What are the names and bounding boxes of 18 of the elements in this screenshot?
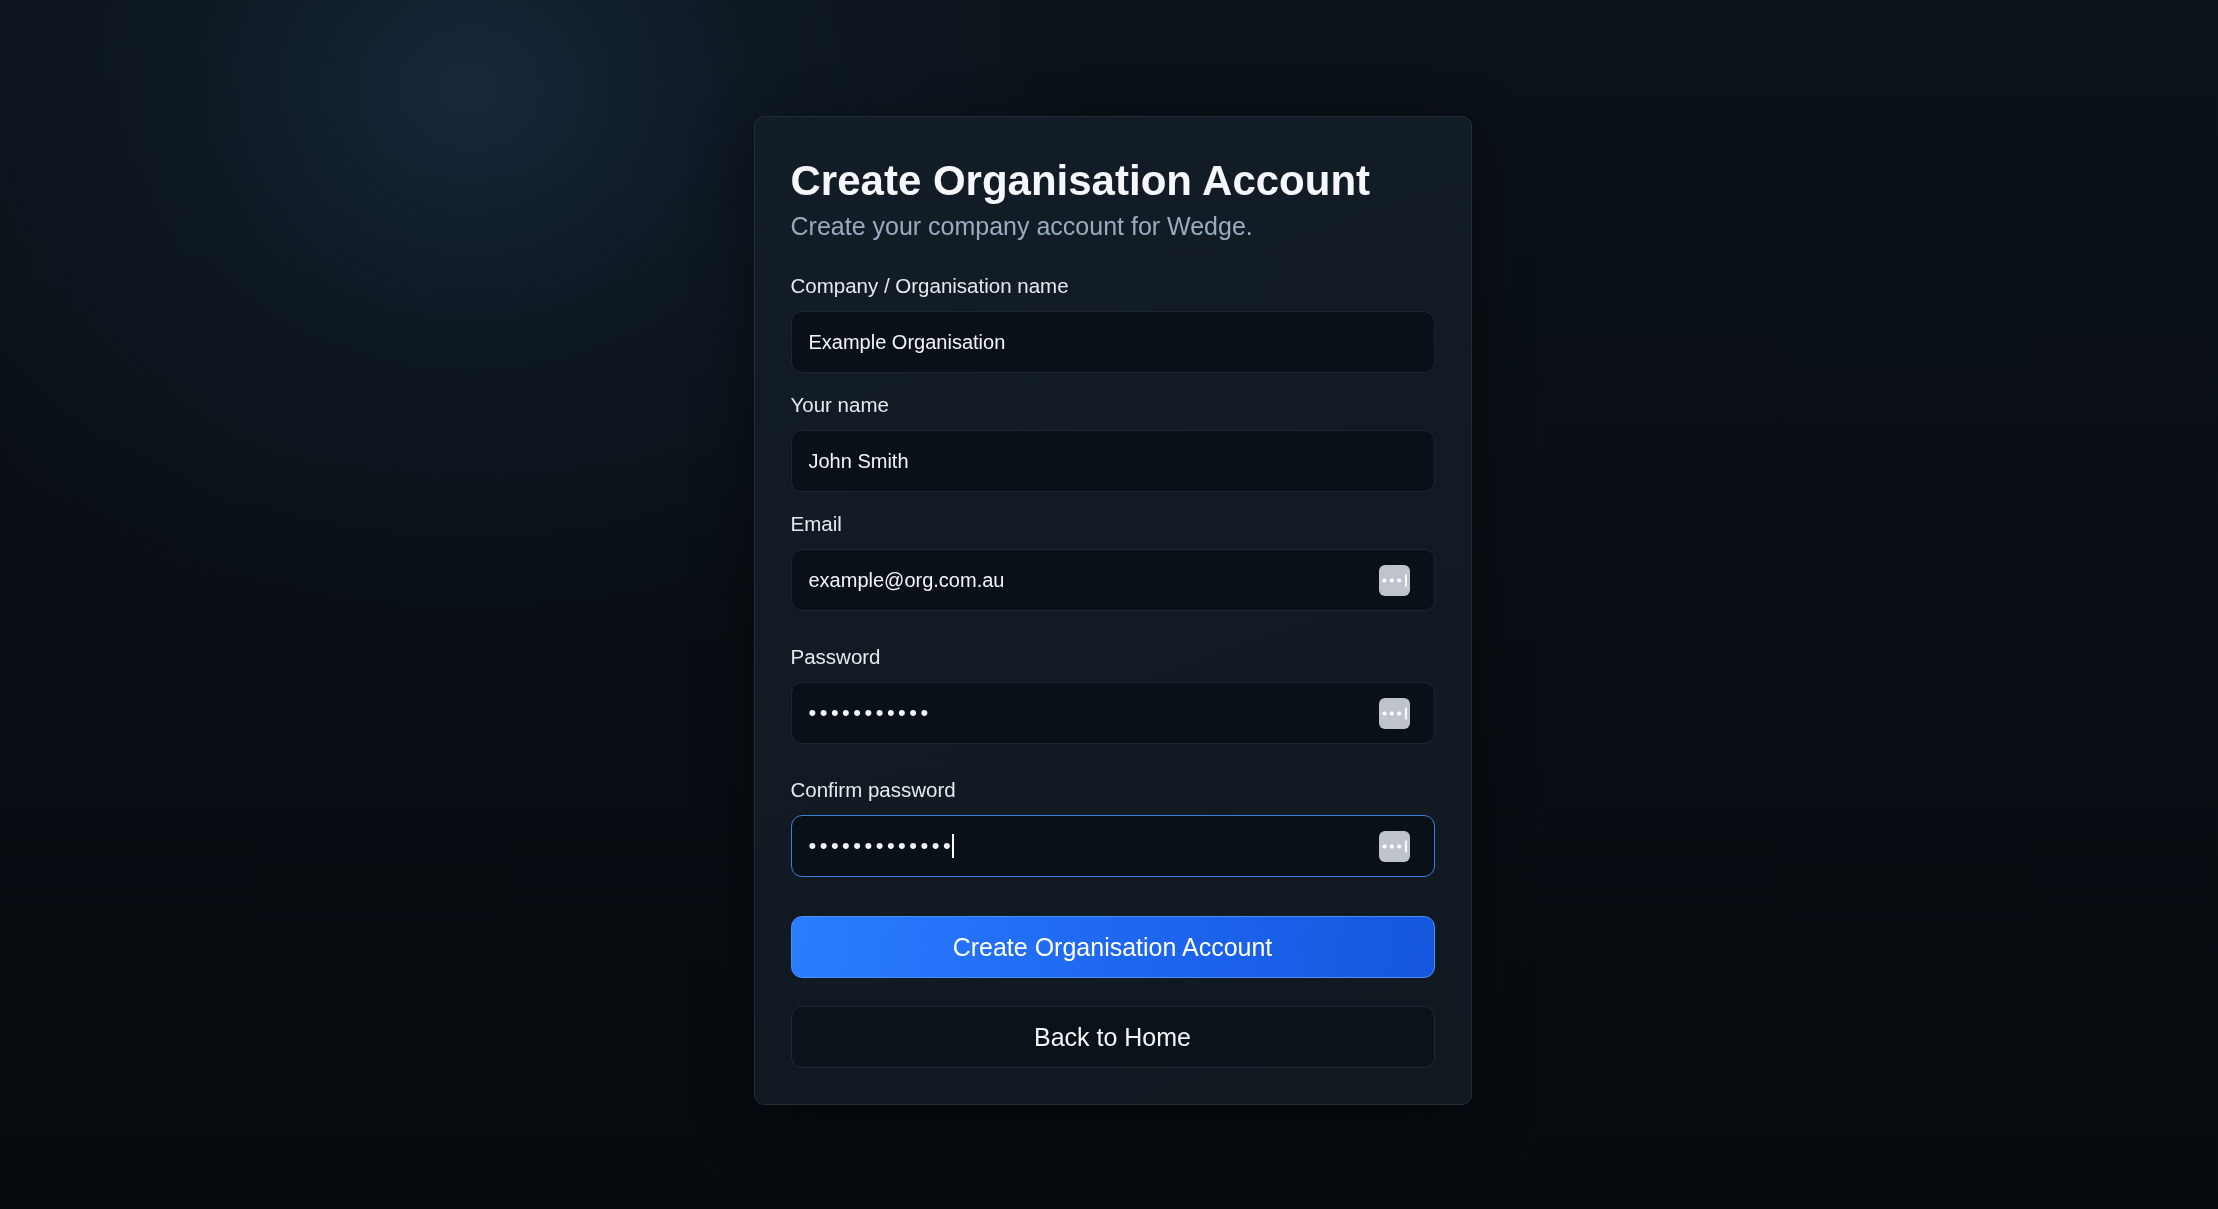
text-cursor-icon xyxy=(952,834,955,858)
password-field[interactable]: ••••••••••••• xyxy=(790,815,1435,877)
field-label: Confirm password xyxy=(790,778,956,802)
field-label: Email xyxy=(790,512,842,536)
password-field[interactable]: ••••••••••• xyxy=(790,682,1435,744)
submit-button[interactable]: Create Organisation Account xyxy=(790,916,1435,978)
field-label: Company / Organisation name xyxy=(790,274,1069,298)
dots-cursor-icon[interactable] xyxy=(1378,564,1410,596)
back-button[interactable]: Back to Home xyxy=(790,1006,1435,1068)
field-label: Your name xyxy=(790,393,889,417)
form-title: Create Organisation Account xyxy=(790,156,1372,206)
form-subtitle: Create your company account for Wedge. xyxy=(790,211,1254,241)
email-field[interactable]: example@org.com.au xyxy=(790,549,1435,611)
text-field[interactable]: John Smith xyxy=(790,430,1435,492)
text-field[interactable]: Example Organisation xyxy=(790,311,1435,373)
field-label: Password xyxy=(790,645,881,669)
dots-cursor-icon[interactable] xyxy=(1378,830,1410,862)
dots-cursor-icon[interactable] xyxy=(1378,697,1410,729)
